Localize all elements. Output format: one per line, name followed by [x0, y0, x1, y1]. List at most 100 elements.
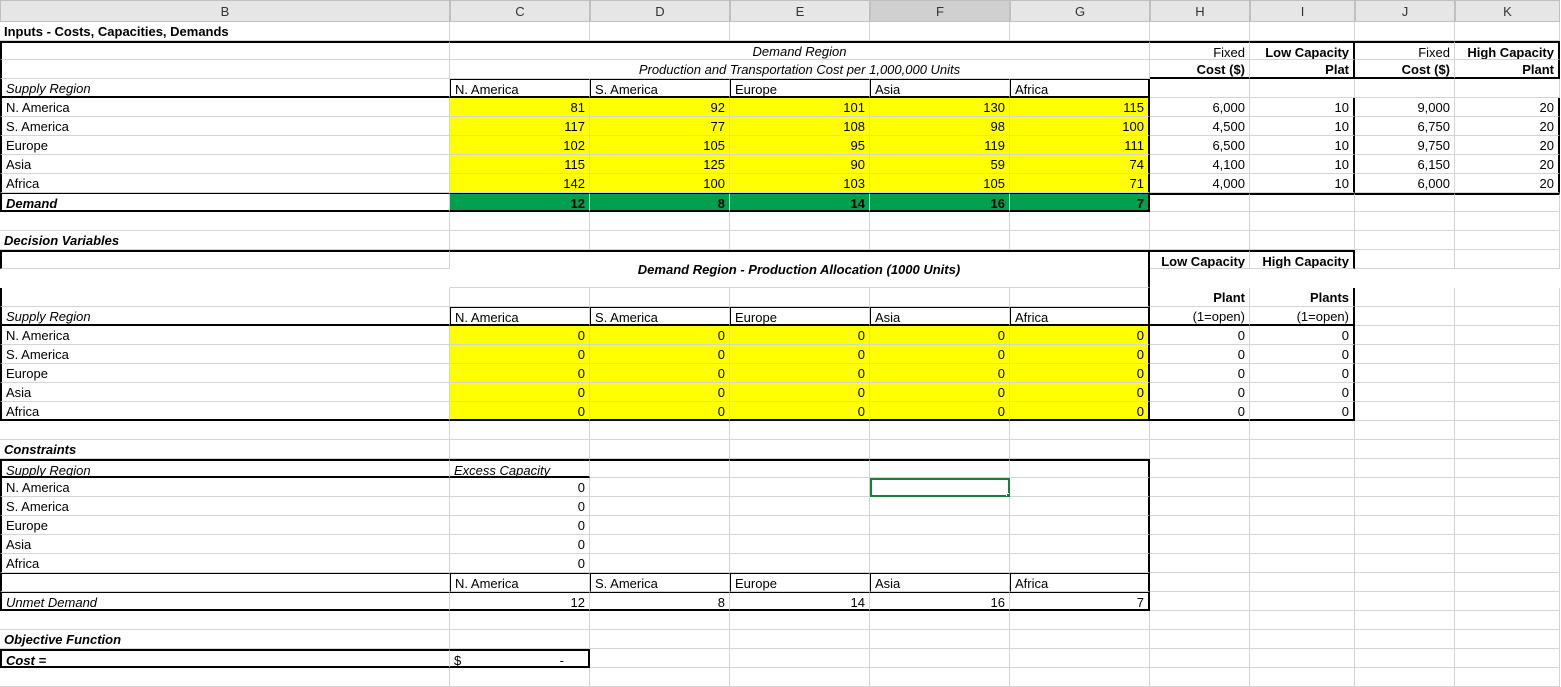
empty-cell[interactable]	[1250, 668, 1355, 687]
cell[interactable]	[0, 250, 450, 269]
col-header-I[interactable]: I	[1250, 0, 1355, 22]
fixed-low-1[interactable]: 4,500	[1150, 117, 1250, 136]
fixed-low-0[interactable]: 6,000	[1150, 98, 1250, 117]
open-low-4[interactable]: 0	[1150, 402, 1250, 421]
empty-cell[interactable]	[1150, 516, 1250, 535]
alloc-0-2[interactable]: 0	[730, 326, 870, 345]
empty-cell[interactable]	[1455, 611, 1560, 630]
cost-4-0[interactable]: 142	[450, 174, 590, 193]
empty-cell[interactable]	[1455, 478, 1560, 497]
empty-cell[interactable]	[1455, 193, 1560, 212]
fixed-high-0[interactable]: 9,000	[1355, 98, 1455, 117]
empty-cell[interactable]	[590, 231, 730, 250]
col-header-K[interactable]: K	[1455, 0, 1560, 22]
excess-val-1[interactable]: 0	[450, 497, 590, 516]
empty-cell[interactable]	[1455, 212, 1560, 231]
empty-cell[interactable]	[1150, 459, 1250, 478]
empty-cell[interactable]	[1355, 288, 1455, 307]
cell[interactable]	[730, 478, 870, 497]
cell[interactable]	[730, 288, 870, 307]
empty-cell[interactable]	[1355, 497, 1455, 516]
cost-3-4[interactable]: 74	[1010, 155, 1150, 174]
alloc-0-4[interactable]: 0	[1010, 326, 1150, 345]
empty-cell[interactable]	[1250, 497, 1355, 516]
unmet-0[interactable]: 12	[450, 592, 590, 611]
empty-cell[interactable]	[1150, 535, 1250, 554]
empty-cell[interactable]	[1250, 440, 1355, 459]
empty-cell[interactable]	[1355, 193, 1455, 212]
alloc-2-2[interactable]: 0	[730, 364, 870, 383]
excess-val-4[interactable]: 0	[450, 554, 590, 573]
open-high-3[interactable]: 0	[1250, 383, 1355, 402]
cell[interactable]	[590, 459, 730, 478]
empty-cell[interactable]	[1150, 497, 1250, 516]
empty-cell[interactable]	[1150, 193, 1250, 212]
empty-cell[interactable]	[1355, 440, 1455, 459]
empty-cell[interactable]	[0, 611, 450, 630]
fixed-low-3[interactable]: 4,100	[1150, 155, 1250, 174]
excess-val-0[interactable]: 0	[450, 478, 590, 497]
empty-cell[interactable]	[730, 22, 870, 41]
empty-cell[interactable]	[1355, 383, 1455, 402]
open-high-4[interactable]: 0	[1250, 402, 1355, 421]
empty-cell[interactable]	[1355, 402, 1455, 421]
cost-3-2[interactable]: 90	[730, 155, 870, 174]
cell[interactable]	[1010, 516, 1150, 535]
cost-0-0[interactable]: 81	[450, 98, 590, 117]
empty-cell[interactable]	[1355, 592, 1455, 611]
empty-cell[interactable]	[1250, 649, 1355, 668]
cell[interactable]	[590, 478, 730, 497]
cell[interactable]	[0, 288, 450, 307]
cell[interactable]	[1010, 459, 1150, 478]
empty-cell[interactable]	[1355, 573, 1455, 592]
empty-cell[interactable]	[1150, 231, 1250, 250]
empty-cell[interactable]	[590, 649, 730, 668]
empty-cell[interactable]	[1250, 554, 1355, 573]
cell[interactable]	[870, 497, 1010, 516]
empty-cell[interactable]	[1355, 364, 1455, 383]
cost-2-0[interactable]: 102	[450, 136, 590, 155]
empty-cell[interactable]	[450, 231, 590, 250]
empty-cell[interactable]	[1455, 668, 1560, 687]
empty-cell[interactable]	[1150, 22, 1250, 41]
demand-3[interactable]: 16	[870, 193, 1010, 212]
open-low-2[interactable]: 0	[1150, 364, 1250, 383]
empty-cell[interactable]	[450, 22, 590, 41]
cap-low-3[interactable]: 10	[1250, 155, 1355, 174]
cell[interactable]	[1010, 478, 1150, 497]
empty-cell[interactable]	[1010, 668, 1150, 687]
empty-cell[interactable]	[870, 212, 1010, 231]
empty-cell[interactable]	[870, 231, 1010, 250]
open-low-0[interactable]: 0	[1150, 326, 1250, 345]
empty-cell[interactable]	[1150, 79, 1250, 98]
fixed-high-1[interactable]: 6,750	[1355, 117, 1455, 136]
empty-cell[interactable]	[1010, 22, 1150, 41]
cost-0-1[interactable]: 92	[590, 98, 730, 117]
cell[interactable]	[730, 554, 870, 573]
fixed-high-2[interactable]: 9,750	[1355, 136, 1455, 155]
empty-cell[interactable]	[1455, 231, 1560, 250]
alloc-2-1[interactable]: 0	[590, 364, 730, 383]
cell[interactable]	[0, 41, 450, 60]
alloc-2-3[interactable]: 0	[870, 364, 1010, 383]
cell[interactable]	[1010, 535, 1150, 554]
cell[interactable]	[1010, 288, 1150, 307]
empty-cell[interactable]	[1355, 345, 1455, 364]
empty-cell[interactable]	[1150, 421, 1250, 440]
col-header-C[interactable]: C	[450, 0, 590, 22]
empty-cell[interactable]	[1010, 212, 1150, 231]
empty-cell[interactable]	[1455, 421, 1560, 440]
open-low-3[interactable]: 0	[1150, 383, 1250, 402]
cell[interactable]	[870, 288, 1010, 307]
empty-cell[interactable]	[1455, 307, 1560, 326]
empty-cell[interactable]	[1355, 516, 1455, 535]
cell[interactable]	[590, 554, 730, 573]
empty-cell[interactable]	[1150, 440, 1250, 459]
excess-val-3[interactable]: 0	[450, 535, 590, 554]
cost-3-0[interactable]: 115	[450, 155, 590, 174]
cap-low-1[interactable]: 10	[1250, 117, 1355, 136]
cell[interactable]	[870, 554, 1010, 573]
empty-cell[interactable]	[1455, 592, 1560, 611]
empty-cell[interactable]	[590, 421, 730, 440]
col-header-G[interactable]: G	[1010, 0, 1150, 22]
